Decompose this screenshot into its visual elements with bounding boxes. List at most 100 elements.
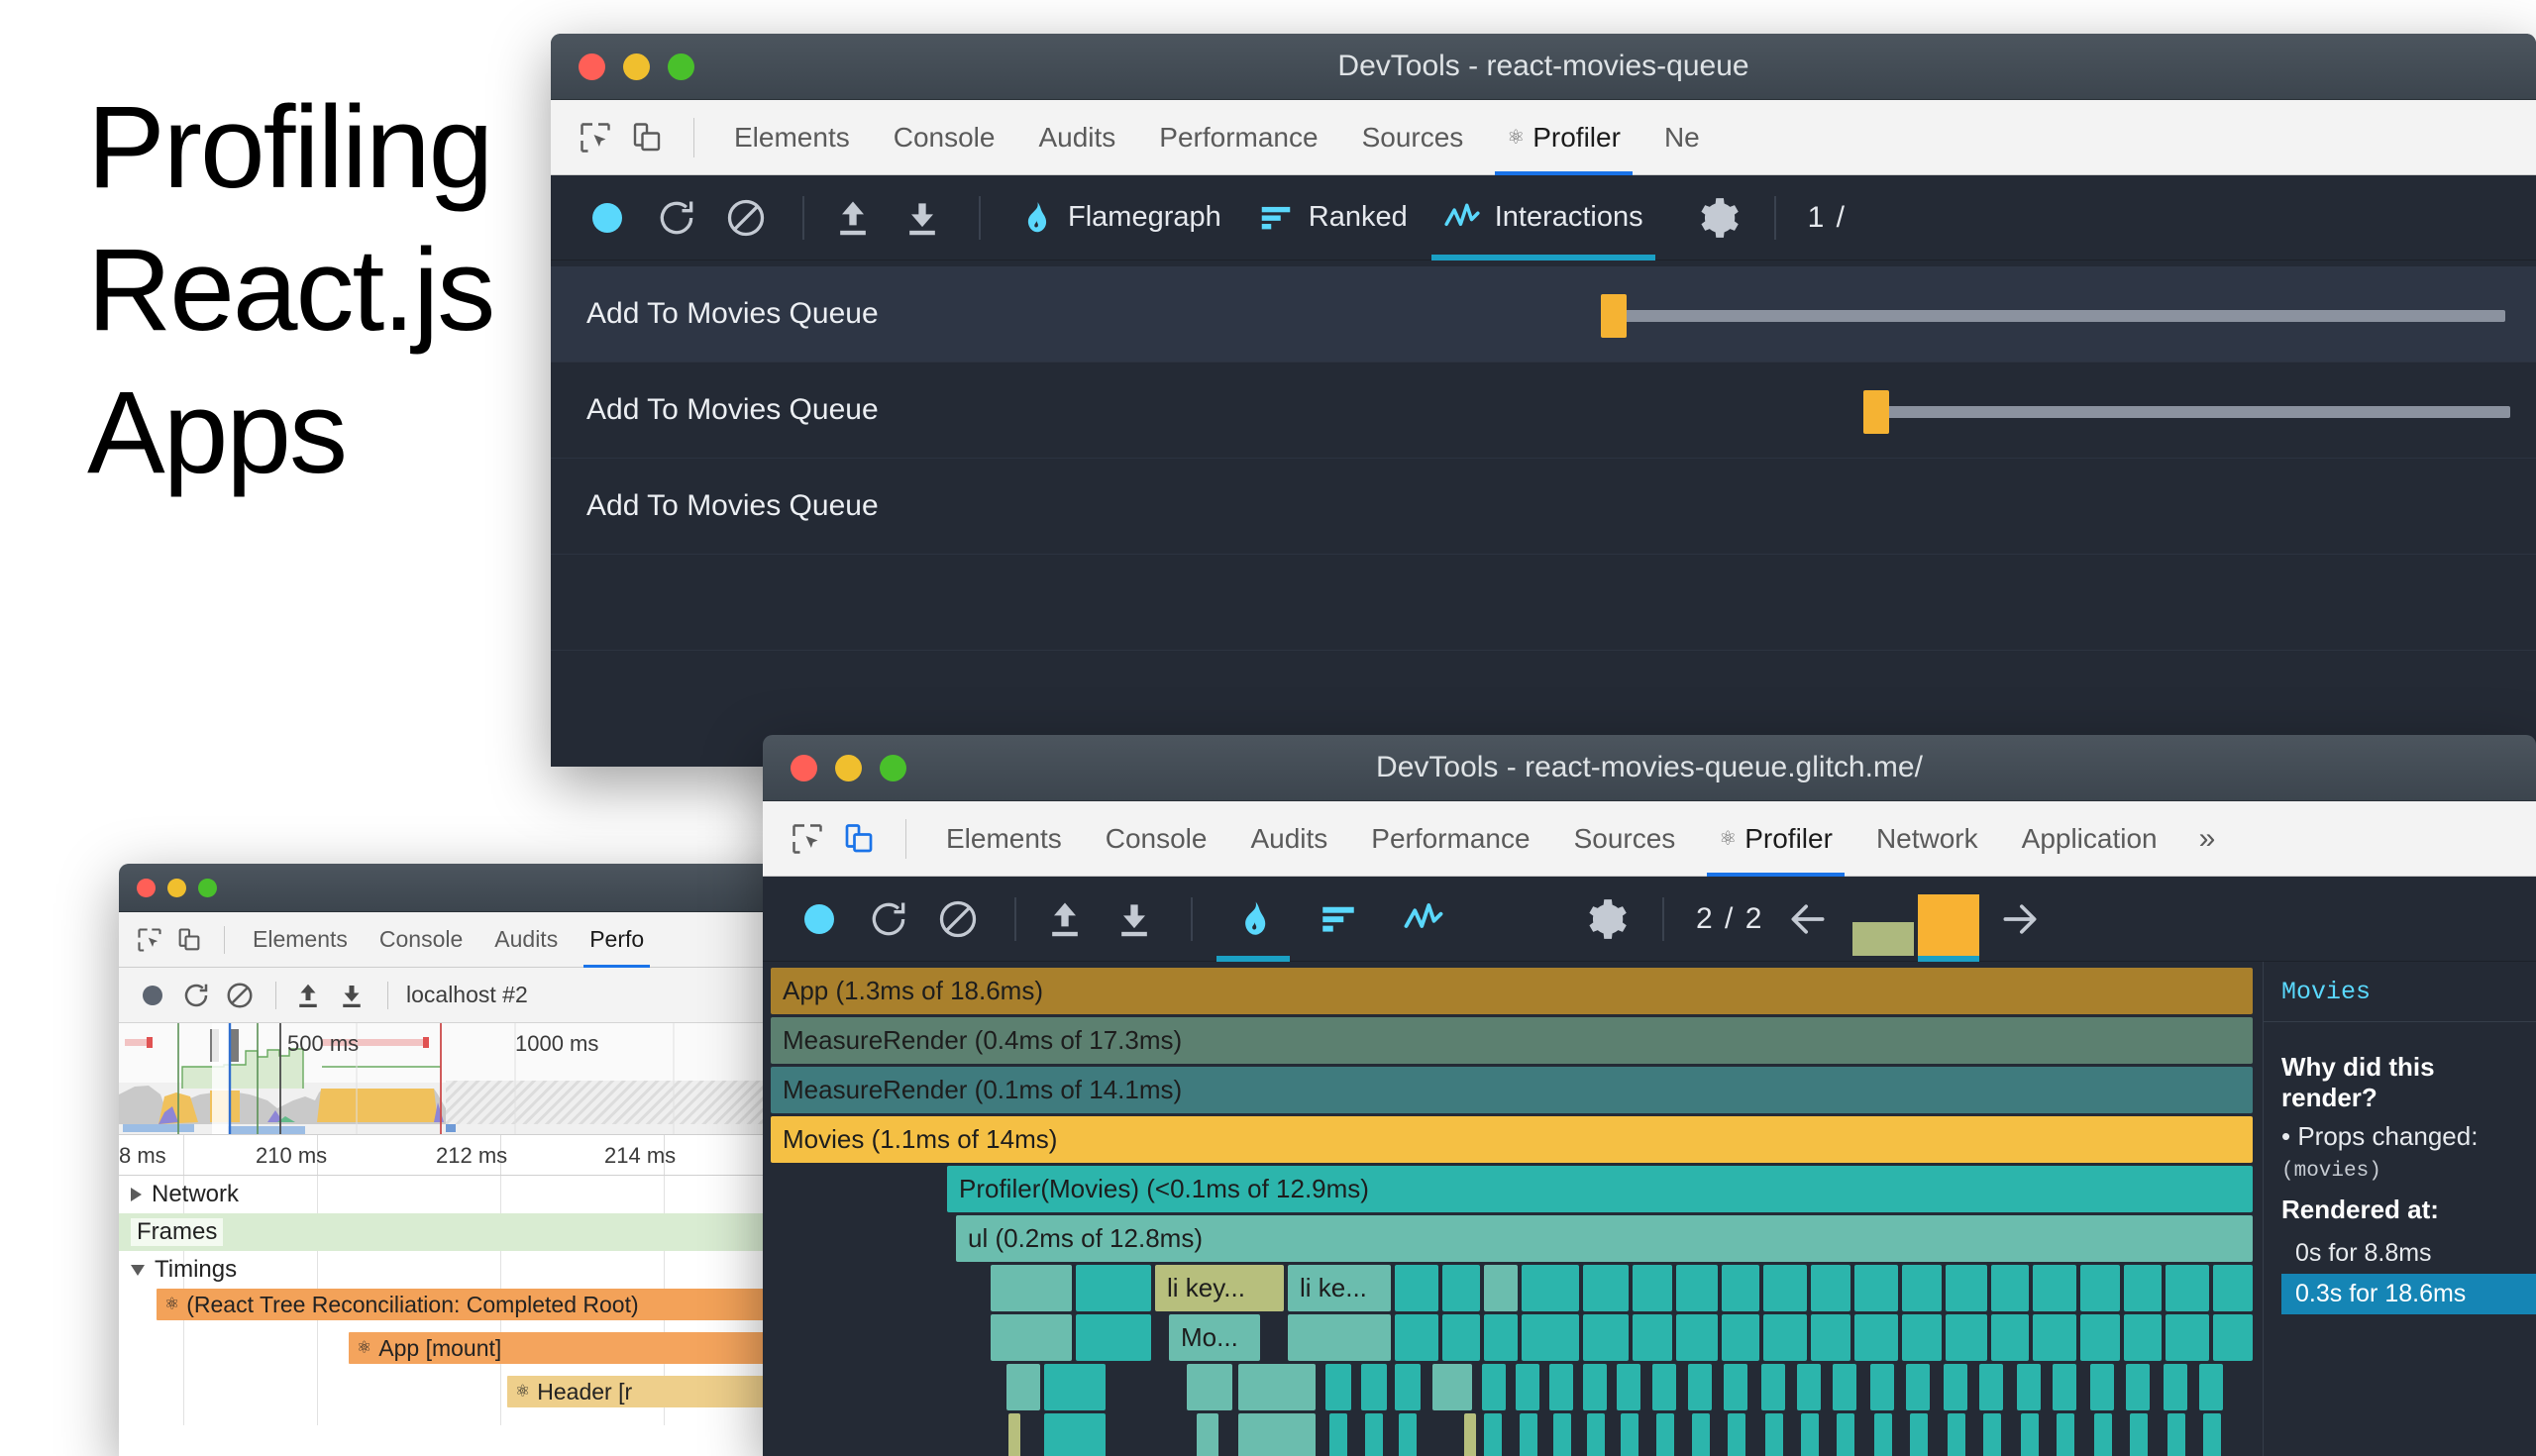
flame-bar-leaf[interactable] [1652, 1364, 1676, 1410]
reload-and-record-icon[interactable] [858, 888, 919, 950]
flame-bar-leaf[interactable] [1910, 1413, 1928, 1456]
settings-button[interactable] [1687, 187, 1748, 249]
tab-application[interactable]: Application [2000, 801, 2179, 877]
settings-button[interactable] [1575, 888, 1637, 950]
minimize-icon[interactable] [167, 879, 186, 897]
clear-profiling-data-icon[interactable] [927, 888, 989, 950]
flame-bar-movies[interactable]: Movies (1.1ms of 14ms) [771, 1116, 2253, 1163]
flame-bar-leaf[interactable] [1197, 1413, 1218, 1456]
flame-bar-leaf[interactable] [1288, 1314, 1391, 1361]
window-controls[interactable] [579, 34, 694, 99]
flame-bar-measurerender-2[interactable]: MeasureRender (0.1ms of 14.1ms) [771, 1067, 2253, 1113]
device-toolbar-icon[interactable] [624, 115, 670, 160]
flame-bar-li-key[interactable]: li key... [1155, 1265, 1284, 1311]
window-controls[interactable] [791, 735, 906, 800]
flame-bar-leaf[interactable] [1516, 1364, 1539, 1410]
flame-bar-leaf[interactable] [1983, 1413, 2001, 1456]
mode-ranked[interactable] [1296, 877, 1381, 962]
flame-bar-leaf[interactable] [1979, 1364, 2003, 1410]
flame-bar-leaf[interactable] [1902, 1314, 1942, 1361]
more-tabs-button[interactable]: » [2179, 822, 2236, 856]
flame-bar-leaf[interactable] [1329, 1413, 1347, 1456]
flame-bar-leaf[interactable] [2199, 1364, 2223, 1410]
window-controls[interactable] [137, 864, 217, 911]
tab-console[interactable]: Console [872, 100, 1017, 175]
inspect-element-icon[interactable] [133, 923, 166, 957]
flame-bar-li-ke[interactable]: li ke... [1288, 1265, 1391, 1311]
minimize-icon[interactable] [835, 755, 862, 781]
tab-audits[interactable]: Audits [1016, 100, 1137, 175]
flame-bar-leaf[interactable] [1484, 1413, 1502, 1456]
flame-bar-leaf[interactable] [1676, 1265, 1718, 1311]
flame-bar-leaf[interactable] [1008, 1413, 1020, 1456]
flame-bar-leaf[interactable] [1076, 1314, 1151, 1361]
download-icon[interactable] [332, 976, 371, 1015]
tab-elements[interactable]: Elements [924, 801, 1084, 877]
flame-bar-leaf[interactable] [1617, 1364, 1640, 1410]
flame-bar-leaf[interactable] [2166, 1265, 2209, 1311]
flame-bar-leaf[interactable] [1761, 1364, 1785, 1410]
flame-bar-leaf[interactable] [1854, 1314, 1898, 1361]
flame-bar-measurerender-1[interactable]: MeasureRender (0.4ms of 17.3ms) [771, 1017, 2253, 1064]
flame-bar-leaf[interactable] [1621, 1413, 1638, 1456]
flame-bar-leaf[interactable] [1583, 1364, 1607, 1410]
download-icon[interactable] [1104, 888, 1165, 950]
flame-bar-leaf[interactable] [1399, 1413, 1417, 1456]
record-button[interactable] [133, 976, 172, 1015]
flame-bar-leaf[interactable] [1944, 1364, 1967, 1410]
clear-recording-icon[interactable] [220, 976, 260, 1015]
flame-bar-leaf[interactable] [1583, 1314, 1629, 1361]
flame-bar-leaf[interactable] [1837, 1413, 1854, 1456]
record-button[interactable] [789, 888, 850, 950]
flame-bar-leaf[interactable] [1991, 1314, 2029, 1361]
flame-bar-leaf[interactable] [1692, 1413, 1710, 1456]
flame-bar-leaf[interactable] [2033, 1314, 2076, 1361]
timing-event[interactable]: ⚛ Header [r [507, 1376, 775, 1407]
tab-audits[interactable]: Audits [478, 912, 574, 968]
flame-bar-leaf[interactable] [1763, 1265, 1807, 1311]
flame-bar-leaf[interactable] [1811, 1265, 1850, 1311]
flame-bar-leaf[interactable] [1520, 1413, 1537, 1456]
interaction-row[interactable]: Add To Movies Queue [551, 363, 2536, 459]
interaction-marker[interactable] [1601, 294, 1627, 338]
track-frames[interactable]: Frames [119, 1213, 798, 1251]
flame-bar-leaf[interactable] [1044, 1413, 1106, 1456]
flame-bar-leaf[interactable] [2021, 1413, 2039, 1456]
tab-console[interactable]: Console [1084, 801, 1229, 877]
flame-bar-leaf[interactable] [1522, 1314, 1579, 1361]
next-commit-button[interactable] [1989, 888, 2051, 950]
tab-elements[interactable]: Elements [237, 912, 364, 968]
flame-bar-leaf[interactable] [1765, 1413, 1783, 1456]
flame-bar-leaf[interactable] [2033, 1265, 2076, 1311]
tab-audits[interactable]: Audits [1228, 801, 1349, 877]
tab-performance[interactable]: Performance [1137, 100, 1339, 175]
flame-bar-leaf[interactable] [1676, 1314, 1718, 1361]
flame-bar-leaf[interactable] [1948, 1413, 1965, 1456]
flame-bar-leaf[interactable] [1442, 1314, 1480, 1361]
mode-interactions[interactable]: Interactions [1426, 175, 1661, 260]
flame-bar-leaf[interactable] [2213, 1265, 2253, 1311]
flame-bar-leaf[interactable] [1797, 1364, 1821, 1410]
interaction-row[interactable] [551, 555, 2536, 651]
flame-bar-leaf[interactable] [1906, 1364, 1930, 1410]
flame-bar-leaf[interactable] [2124, 1314, 2162, 1361]
close-icon[interactable] [579, 53, 605, 80]
flame-bar-leaf[interactable] [1442, 1265, 1480, 1311]
close-icon[interactable] [137, 879, 156, 897]
flame-bar-leaf[interactable] [1549, 1364, 1573, 1410]
flame-bar-leaf[interactable] [1728, 1413, 1745, 1456]
reload-and-record-icon[interactable] [176, 976, 216, 1015]
flame-bar-leaf[interactable] [1854, 1265, 1898, 1311]
flame-bar-leaf[interactable] [1633, 1314, 1672, 1361]
mode-interactions[interactable] [1381, 877, 1466, 962]
flame-bar-leaf[interactable] [1076, 1265, 1151, 1311]
tab-network[interactable]: Network [1854, 801, 2000, 877]
flame-bar-leaf[interactable] [1722, 1265, 1759, 1311]
reload-and-record-icon[interactable] [646, 187, 707, 249]
flame-bar-leaf[interactable] [1361, 1364, 1387, 1410]
tab-elements[interactable]: Elements [712, 100, 872, 175]
flame-bar-leaf[interactable] [1833, 1364, 1856, 1410]
flame-bar-leaf[interactable] [2094, 1413, 2112, 1456]
commit-snapshot[interactable] [1852, 922, 1914, 956]
flame-bar-leaf[interactable] [1044, 1364, 1106, 1410]
